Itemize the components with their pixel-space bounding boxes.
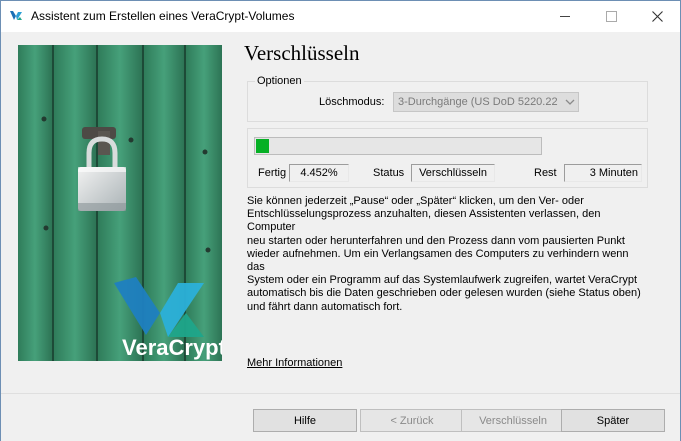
encryption-progress-bar (254, 137, 542, 155)
remaining-label: Rest (534, 167, 557, 179)
more-info-link[interactable]: Mehr Informationen (247, 357, 342, 369)
minimize-button[interactable] (542, 1, 588, 32)
wipe-mode-value: 3-Durchgänge (US DoD 5220.22-M) (398, 96, 558, 108)
options-group-label: Optionen (255, 75, 304, 87)
window-title: Assistent zum Erstellen eines VeraCrypt-… (31, 9, 295, 23)
veracrypt-logo-icon (10, 11, 22, 20)
later-button[interactable]: Später (561, 409, 665, 432)
maximize-icon (605, 11, 617, 22)
progress-fill (256, 139, 269, 153)
done-value: 4.452% (289, 164, 349, 182)
remaining-value: 3 Minuten (564, 164, 642, 182)
description-text: Sie können jederzeit „Pause“ oder „Späte… (247, 195, 647, 314)
status-label: Status (373, 167, 405, 179)
description-line: Sie können jederzeit „Pause“ oder „Späte… (247, 195, 584, 207)
page-title: Verschlüsseln (244, 41, 360, 65)
title-bar[interactable]: Assistent zum Erstellen eines VeraCrypt-… (1, 1, 680, 32)
description-line: und fährt dann automatisch fort. (247, 300, 403, 313)
status-value: Verschlüsseln (411, 164, 495, 182)
veracrypt-logo-text: VeraCrypt (122, 335, 222, 360)
minimize-icon (560, 16, 570, 17)
description-line: System oder ein Programm auf das Systeml… (247, 274, 638, 287)
description-line: wieder aufnehmen. Um ein Verlangsamen de… (247, 247, 629, 274)
padlock-door-illustration: VeraCrypt (18, 45, 222, 361)
description-line: automatisch bis die Daten geschrieben od… (247, 287, 641, 300)
help-button[interactable]: Hilfe (253, 409, 357, 432)
description-line: neu starten oder herunterfahren und den … (247, 234, 625, 247)
close-icon (651, 11, 663, 22)
wizard-side-image: VeraCrypt (18, 45, 222, 361)
description-line: Entschlüsselungsprozess anzuhalten, dies… (247, 208, 601, 234)
encrypt-button[interactable]: Verschlüsseln (461, 409, 565, 432)
back-button[interactable]: < Zurück (360, 409, 464, 432)
close-button[interactable] (634, 1, 680, 32)
wipe-mode-select[interactable]: 3-Durchgänge (US DoD 5220.22-M) (393, 92, 579, 112)
maximize-button[interactable] (588, 1, 634, 32)
wipe-mode-label: Löschmodus: (319, 96, 385, 108)
done-label: Fertig (258, 167, 287, 179)
chevron-down-icon (565, 99, 575, 105)
wizard-window: Assistent zum Erstellen eines VeraCrypt-… (0, 0, 681, 441)
